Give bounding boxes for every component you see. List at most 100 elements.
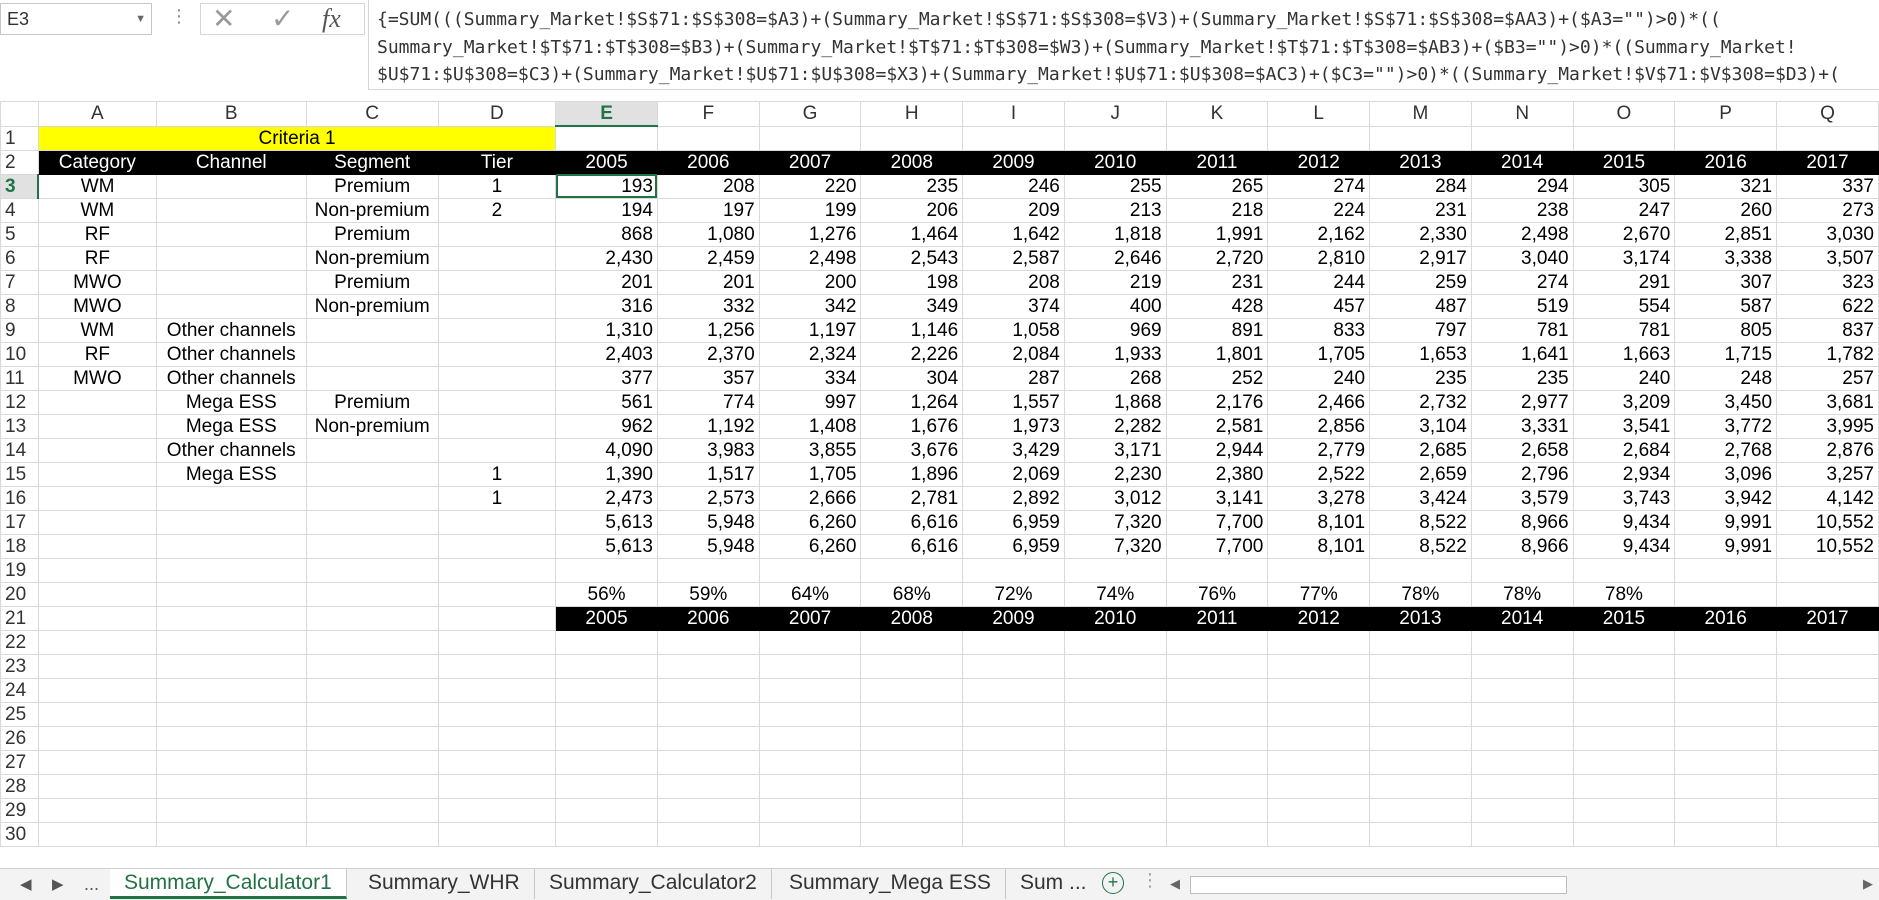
- value-cell[interactable]: 774: [656, 389, 760, 415]
- value-cell[interactable]: 2,498: [758, 245, 862, 271]
- value-cell[interactable]: 1,715: [1674, 341, 1778, 367]
- select-all-corner[interactable]: [0, 101, 39, 127]
- value-cell[interactable]: 3,983: [656, 437, 760, 463]
- value-cell[interactable]: 1,676: [860, 413, 964, 439]
- empty-cell[interactable]: [1470, 701, 1574, 727]
- year-header-cell[interactable]: 2006: [656, 149, 760, 175]
- value-cell[interactable]: 304: [860, 365, 964, 391]
- empty-cell[interactable]: [1063, 725, 1167, 751]
- empty-cell[interactable]: [1776, 653, 1879, 679]
- value-cell[interactable]: 2,498: [1470, 221, 1574, 247]
- empty-cell[interactable]: [1267, 653, 1371, 679]
- value-cell[interactable]: 201: [656, 269, 760, 295]
- value-cell[interactable]: 2,768: [1674, 437, 1778, 463]
- value-cell[interactable]: 1,801: [1165, 341, 1269, 367]
- channel-cell[interactable]: Mega ESS: [155, 461, 307, 487]
- row-header[interactable]: 16: [0, 485, 39, 511]
- value-cell[interactable]: 2,646: [1063, 245, 1167, 271]
- column-header-n[interactable]: N: [1470, 101, 1574, 127]
- year-header-cell[interactable]: 2011: [1165, 149, 1269, 175]
- empty-cell[interactable]: [860, 749, 964, 775]
- value-cell[interactable]: 3,507: [1776, 245, 1879, 271]
- empty-cell[interactable]: [758, 701, 862, 727]
- empty-cell[interactable]: [1470, 677, 1574, 703]
- value-cell[interactable]: 374: [962, 293, 1065, 319]
- segment-cell[interactable]: [305, 437, 439, 463]
- value-cell[interactable]: 5,613: [555, 533, 658, 559]
- more-sheets-button[interactable]: ...: [84, 871, 99, 898]
- value-cell[interactable]: 240: [1267, 365, 1371, 391]
- percent-cell[interactable]: 72%: [962, 581, 1065, 607]
- empty-cell[interactable]: [305, 557, 439, 583]
- empty-cell[interactable]: [437, 653, 557, 679]
- empty-cell[interactable]: [758, 773, 862, 799]
- empty-cell[interactable]: [758, 125, 862, 151]
- empty-cell[interactable]: [1776, 773, 1879, 799]
- empty-cell[interactable]: [155, 629, 307, 655]
- tab-splitter-icon[interactable]: ⋮: [1141, 870, 1159, 891]
- row-header[interactable]: 19: [0, 557, 39, 583]
- empty-cell[interactable]: [305, 725, 439, 751]
- value-cell[interactable]: 235: [1369, 365, 1472, 391]
- segment-cell[interactable]: [305, 509, 439, 535]
- empty-cell[interactable]: [555, 125, 658, 151]
- year-footer-cell[interactable]: 2012: [1267, 605, 1371, 631]
- value-cell[interactable]: 1,641: [1470, 341, 1574, 367]
- year-footer-cell[interactable]: 2017: [1776, 605, 1879, 631]
- value-cell[interactable]: 213: [1063, 197, 1167, 223]
- empty-cell[interactable]: [305, 653, 439, 679]
- value-cell[interactable]: 208: [962, 269, 1065, 295]
- value-cell[interactable]: 247: [1572, 197, 1676, 223]
- empty-cell[interactable]: [37, 773, 157, 799]
- value-cell[interactable]: 868: [555, 221, 658, 247]
- value-cell[interactable]: 2,851: [1674, 221, 1778, 247]
- value-cell[interactable]: 1,973: [962, 413, 1065, 439]
- year-footer-cell[interactable]: 2010: [1063, 605, 1167, 631]
- value-cell[interactable]: 8,101: [1267, 509, 1371, 535]
- value-cell[interactable]: 2,370: [656, 341, 760, 367]
- year-footer-cell[interactable]: 2007: [758, 605, 862, 631]
- empty-cell[interactable]: [1267, 821, 1371, 847]
- channel-cell[interactable]: [155, 245, 307, 271]
- year-footer-cell[interactable]: 2008: [860, 605, 964, 631]
- value-cell[interactable]: 554: [1572, 293, 1676, 319]
- empty-cell[interactable]: [860, 653, 964, 679]
- tier-cell[interactable]: [437, 533, 557, 559]
- value-cell[interactable]: 199: [758, 197, 862, 223]
- column-header-k[interactable]: K: [1165, 101, 1269, 127]
- channel-cell[interactable]: Other channels: [155, 317, 307, 343]
- value-cell[interactable]: 2,466: [1267, 389, 1371, 415]
- empty-cell[interactable]: [1063, 797, 1167, 823]
- value-cell[interactable]: 209: [962, 197, 1065, 223]
- horizontal-scrollbar[interactable]: ◀ ▶: [1168, 873, 1879, 895]
- empty-cell[interactable]: [758, 821, 862, 847]
- percent-cell[interactable]: 64%: [758, 581, 862, 607]
- value-cell[interactable]: 349: [860, 293, 964, 319]
- value-cell[interactable]: 273: [1776, 197, 1879, 223]
- channel-cell[interactable]: [155, 269, 307, 295]
- percent-cell[interactable]: 76%: [1165, 581, 1269, 607]
- header-cell[interactable]: Segment: [305, 149, 439, 175]
- value-cell[interactable]: 3,424: [1369, 485, 1472, 511]
- empty-cell[interactable]: [1267, 629, 1371, 655]
- value-cell[interactable]: 7,700: [1165, 533, 1269, 559]
- percent-cell[interactable]: 77%: [1267, 581, 1371, 607]
- empty-cell[interactable]: [555, 701, 658, 727]
- empty-cell[interactable]: [1165, 749, 1269, 775]
- empty-cell[interactable]: [1369, 629, 1472, 655]
- channel-cell[interactable]: [155, 221, 307, 247]
- value-cell[interactable]: 997: [758, 389, 862, 415]
- value-cell[interactable]: 2,282: [1063, 413, 1167, 439]
- column-header-f[interactable]: F: [656, 101, 760, 127]
- category-cell[interactable]: [37, 509, 157, 535]
- year-footer-cell[interactable]: 2013: [1369, 605, 1472, 631]
- value-cell[interactable]: 357: [656, 365, 760, 391]
- category-cell[interactable]: MWO: [37, 269, 157, 295]
- add-sheet-icon[interactable]: +: [1102, 872, 1124, 894]
- segment-cell[interactable]: Premium: [305, 269, 439, 295]
- empty-cell[interactable]: [305, 629, 439, 655]
- row-header[interactable]: 8: [0, 293, 39, 319]
- empty-cell[interactable]: [656, 653, 760, 679]
- value-cell[interactable]: 1,818: [1063, 221, 1167, 247]
- empty-cell[interactable]: [1165, 653, 1269, 679]
